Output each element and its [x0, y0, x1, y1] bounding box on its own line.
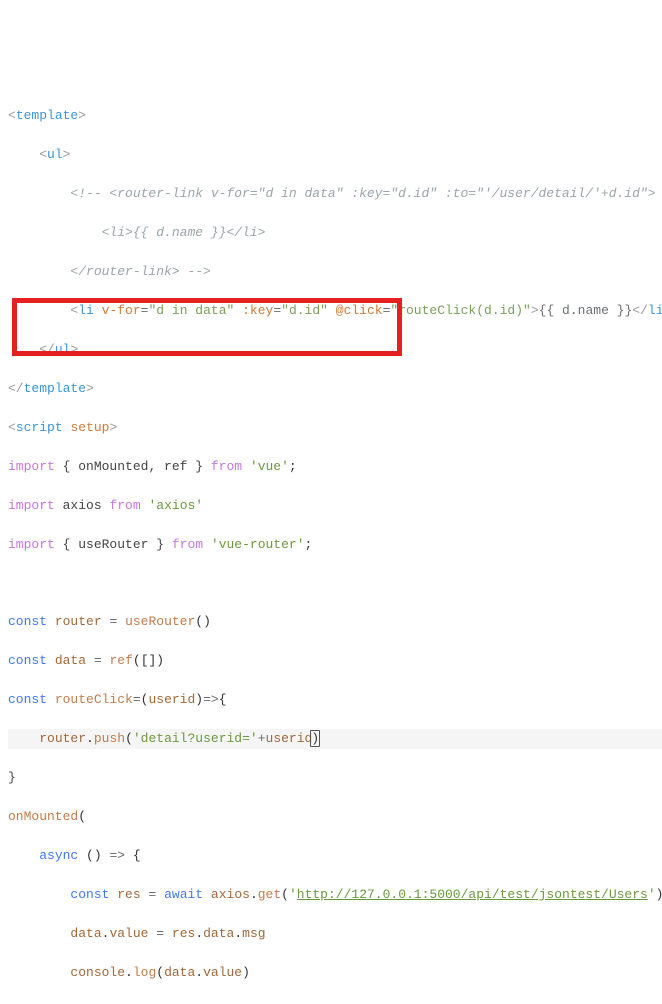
- code-line: }: [8, 768, 662, 788]
- code-line: const routeClick=(userid)=>{: [8, 690, 662, 710]
- code-line-highlighted: router.push('detail?userid='+userid): [8, 729, 662, 749]
- code-line: data.value = res.data.msg: [8, 924, 662, 944]
- code-line: async () => {: [8, 846, 662, 866]
- code-line: [8, 574, 662, 593]
- code-line: <li v-for="d in data" :key="d.id" @click…: [8, 301, 662, 321]
- code-line: const res = await axios.get('http://127.…: [8, 885, 662, 905]
- code-line: import { useRouter } from 'vue-router';: [8, 535, 662, 555]
- code-line: </template>: [8, 379, 662, 399]
- code-block: { "code": { "l1": "<template>", "l2": " …: [8, 28, 662, 1004]
- code-line: </ul>: [8, 340, 662, 360]
- code-line: onMounted(: [8, 807, 662, 827]
- code-line: <!-- <router-link v-for="d in data" :key…: [8, 184, 662, 204]
- code-line: <li>{{ d.name }}</li>: [8, 223, 662, 243]
- code-line: }: [8, 1002, 662, 1004]
- code-line: const data = ref([]): [8, 651, 662, 671]
- code-line: const router = useRouter(): [8, 612, 662, 632]
- code-line: import axios from 'axios': [8, 496, 662, 516]
- code-line: <ul>: [8, 145, 662, 165]
- code-line: <script setup>: [8, 418, 662, 438]
- code-line: import { onMounted, ref } from 'vue';: [8, 457, 662, 477]
- code-line: <template>: [8, 106, 662, 126]
- code-line: console.log(data.value): [8, 963, 662, 983]
- code-line: </router-link> -->: [8, 262, 662, 282]
